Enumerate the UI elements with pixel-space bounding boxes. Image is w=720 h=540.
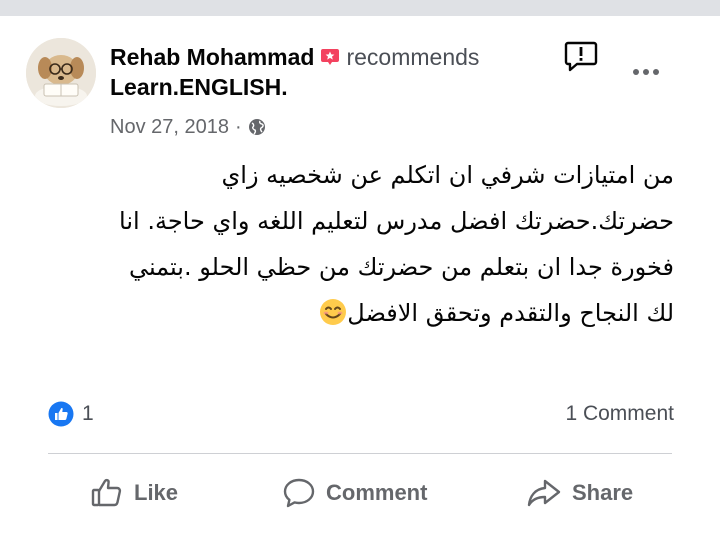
recommends-text: recommends [346,44,480,70]
post-header: Rehab Mohammad recommends Learn.ENGLISH. [110,42,550,102]
comment-button[interactable]: Comment [282,474,427,512]
avatar[interactable] [26,38,96,108]
report-icon[interactable] [564,40,598,72]
reactions-summary[interactable]: 1 [48,400,94,428]
globe-icon[interactable] [248,118,266,136]
comment-label: Comment [326,480,428,505]
top-bar [0,0,720,16]
post-date[interactable]: Nov 27, 2018 [110,116,229,139]
more-options-icon[interactable] [628,62,664,82]
post-text-line: فخورة جدا ان بتعلم من حضرتك من حظي الحلو… [128,253,674,281]
like-reaction-icon [48,401,74,427]
post-text-line: لك النجاح والتقدم وتحقق الافضل [347,299,674,327]
like-button[interactable]: Like [90,474,178,512]
reaction-count: 1 [82,402,94,425]
share-label: Share [572,480,634,505]
recommend-badge-icon [320,44,340,65]
post-meta: Nov 27, 2018 · [110,114,266,140]
post-text-line: من امتيازات شرفي ان اتكلم عن شخصيه زاي [221,161,675,189]
share-button[interactable]: Share [526,474,633,512]
comment-bubble-icon [283,478,315,508]
meta-separator: · [234,115,242,138]
like-label: Like [134,480,179,505]
avatar-image [26,38,96,108]
smiling-face-emoji [319,295,347,325]
post-text-line: حضرتك.حضرتك افضل مدرس لتعليم اللغه واي ح… [119,207,674,235]
post-text-last-line: لك النجاح والتقدم وتحقق الافضل [34,290,674,336]
post-body: من امتيازات شرفي ان اتكلم عن شخصيه زاي ح… [34,152,674,336]
author-name[interactable]: Rehab Mohammad [110,44,314,70]
page-name[interactable]: Learn.ENGLISH. [110,74,288,100]
divider [48,453,672,454]
comment-count[interactable]: 1 Comment [565,400,674,428]
thumbs-up-icon [91,478,122,507]
share-arrow-icon [527,479,561,507]
